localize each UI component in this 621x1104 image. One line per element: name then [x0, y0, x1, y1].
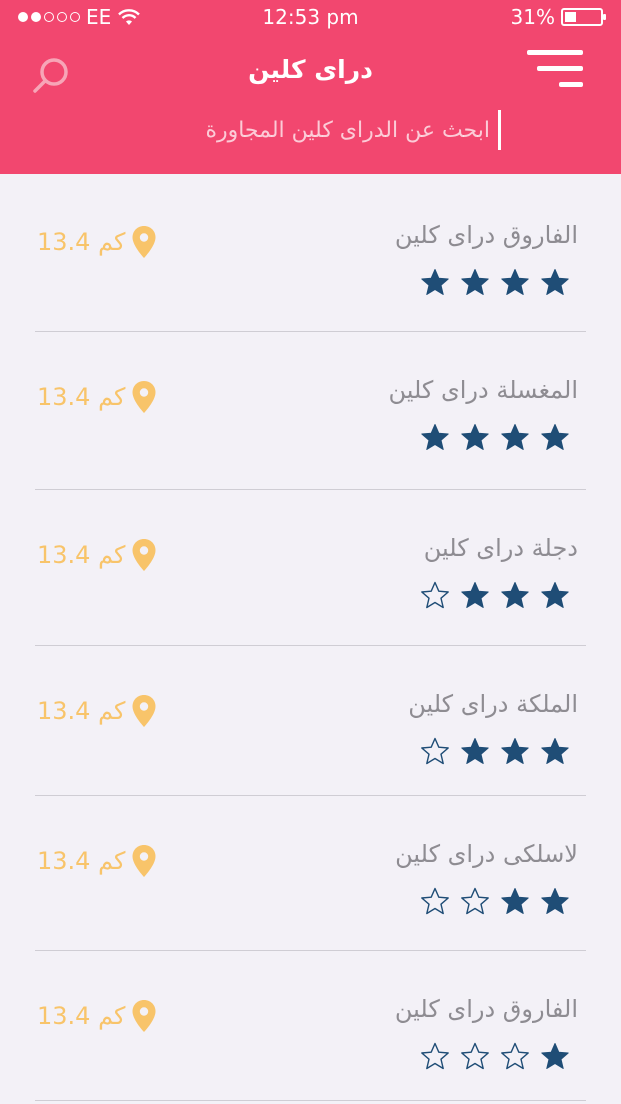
star-filled-icon — [461, 738, 489, 764]
location-pin-icon — [132, 845, 156, 877]
place-name: الملكة دراى كلين — [408, 690, 578, 718]
star-filled-icon — [541, 424, 569, 450]
star-outline-icon — [421, 737, 449, 765]
distance-value: 13.4 كم — [37, 697, 126, 725]
row-divider — [35, 1100, 586, 1101]
star-filled-icon — [501, 269, 529, 295]
star-filled-icon — [541, 1043, 569, 1069]
star-outline-icon — [501, 1042, 529, 1070]
star-filled-icon — [461, 582, 489, 608]
star-filled-icon — [501, 582, 529, 608]
star-outline-icon — [461, 887, 489, 915]
distance: 13.4 كم — [37, 999, 157, 1033]
page-title: دراى كلين — [248, 55, 373, 84]
place-name: الفاروق دراى كلين — [394, 995, 578, 1023]
star-filled-icon — [541, 888, 569, 914]
star-outline-icon — [421, 1042, 449, 1070]
rating-stars — [420, 580, 570, 610]
search-bar — [110, 108, 501, 152]
list-item[interactable]: الملكة دراى كلين 13.4 كم — [35, 646, 586, 796]
location-pin-icon — [132, 381, 156, 413]
star-filled-icon — [461, 269, 489, 295]
star-filled-icon — [541, 269, 569, 295]
distance: 13.4 كم — [37, 380, 157, 414]
star-filled-icon — [501, 424, 529, 450]
battery-level — [565, 12, 576, 22]
distance: 13.4 كم — [37, 844, 157, 878]
star-filled-icon — [421, 269, 449, 295]
location-pin-icon — [132, 539, 156, 571]
rating-stars — [420, 1041, 570, 1071]
distance: 13.4 كم — [37, 538, 157, 572]
location-pin-icon — [132, 1000, 156, 1032]
status-bar-right: 31% — [510, 5, 606, 29]
distance-value: 13.4 كم — [37, 228, 126, 256]
distance-value: 13.4 كم — [37, 1002, 126, 1030]
distance: 13.4 كم — [37, 225, 157, 259]
list-item[interactable]: الفاروق دراى كلين 13.4 كم — [35, 174, 586, 332]
battery-percent: 31% — [510, 5, 555, 29]
list-item[interactable]: دجلة دراى كلين 13.4 كم — [35, 490, 586, 646]
rating-stars — [420, 886, 570, 916]
list-item[interactable]: المغسلة دراى كلين 13.4 كم — [35, 332, 586, 490]
app-header: EE 12:53 pm 31% دراى كلين — [0, 0, 621, 174]
star-outline-icon — [461, 1042, 489, 1070]
battery-icon — [561, 8, 606, 26]
star-filled-icon — [501, 888, 529, 914]
distance-value: 13.4 كم — [37, 847, 126, 875]
star-outline-icon — [421, 887, 449, 915]
status-bar: EE 12:53 pm 31% — [0, 0, 621, 34]
location-pin-icon — [132, 695, 156, 727]
star-outline-icon — [421, 581, 449, 609]
list-item[interactable]: الفاروق دراى كلين 13.4 كم — [35, 951, 586, 1101]
place-name: الفاروق دراى كلين — [394, 221, 578, 249]
star-filled-icon — [541, 738, 569, 764]
place-name: المغسلة دراى كلين — [388, 376, 578, 404]
star-filled-icon — [461, 424, 489, 450]
text-cursor — [498, 110, 501, 150]
rating-stars — [420, 422, 570, 452]
list-item[interactable]: لاسلكى دراى كلين 13.4 كم — [35, 796, 586, 951]
place-name: لاسلكى دراى كلين — [395, 840, 578, 868]
star-filled-icon — [541, 582, 569, 608]
place-name: دجلة دراى كلين — [423, 534, 578, 562]
distance-value: 13.4 كم — [37, 541, 126, 569]
rating-stars — [420, 736, 570, 766]
distance: 13.4 كم — [37, 694, 157, 728]
distance-value: 13.4 كم — [37, 383, 126, 411]
star-filled-icon — [501, 738, 529, 764]
star-filled-icon — [421, 424, 449, 450]
search-icon[interactable] — [30, 55, 72, 97]
rating-stars — [420, 267, 570, 297]
search-input[interactable] — [110, 117, 490, 143]
location-pin-icon — [132, 226, 156, 258]
